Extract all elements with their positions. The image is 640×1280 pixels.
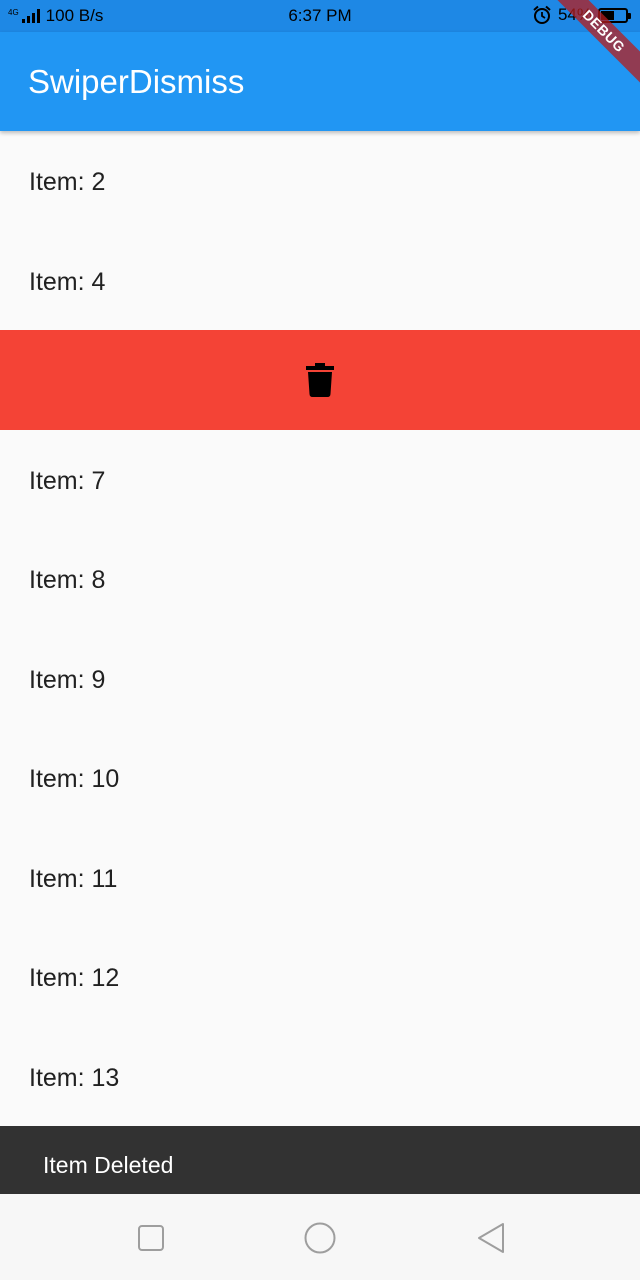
recent-apps-icon[interactable] (135, 1222, 167, 1254)
snackbar-message: Item Deleted (43, 1152, 174, 1178)
system-nav-bar (0, 1194, 640, 1280)
dismissible-list: Item: 2 Item: 4 Item: 7 Item: 8 Item: 9 … (0, 131, 640, 1126)
list-item-label: Item: 11 (29, 864, 118, 893)
delete-icon (306, 362, 334, 397)
list-item[interactable]: Item: 2 (0, 131, 640, 231)
list-item-label: Item: 2 (29, 168, 106, 196)
list-item[interactable]: Item: 7 (0, 429, 640, 529)
list-item[interactable]: Item: 11 (0, 827, 640, 927)
list-item[interactable]: Item: 9 (0, 628, 640, 728)
list-item-label: Item: 12 (29, 964, 120, 992)
home-icon[interactable] (304, 1222, 336, 1254)
app-title: SwiperDismiss (28, 63, 245, 100)
list-item[interactable]: Item: 8 (0, 529, 640, 629)
list-item-label: Item: 13 (29, 1063, 120, 1092)
alarm-icon (533, 5, 551, 24)
list-item-label: Item: 10 (29, 765, 120, 793)
snackbar: Item Deleted (0, 1126, 640, 1194)
app-screen: 4G 100 B/s 6:37 PM 54% DEBUG SwiperDismi… (0, 0, 640, 1280)
list-item[interactable]: Item: 12 (0, 927, 640, 1027)
app-bar: SwiperDismiss (0, 32, 640, 131)
dismiss-background (0, 330, 640, 430)
list-item-label: Item: 9 (29, 665, 106, 694)
status-bar: 4G 100 B/s 6:37 PM 54% (0, 0, 640, 32)
back-icon[interactable] (474, 1222, 506, 1254)
list-item[interactable]: Item: 13 (0, 1026, 640, 1126)
list-item-label: Item: 7 (29, 466, 106, 495)
list-item-label: Item: 8 (29, 566, 106, 594)
list-item[interactable]: Item: 4 (0, 230, 640, 330)
list-item[interactable]: Item: 10 (0, 728, 640, 828)
list-item-label: Item: 4 (29, 267, 106, 296)
